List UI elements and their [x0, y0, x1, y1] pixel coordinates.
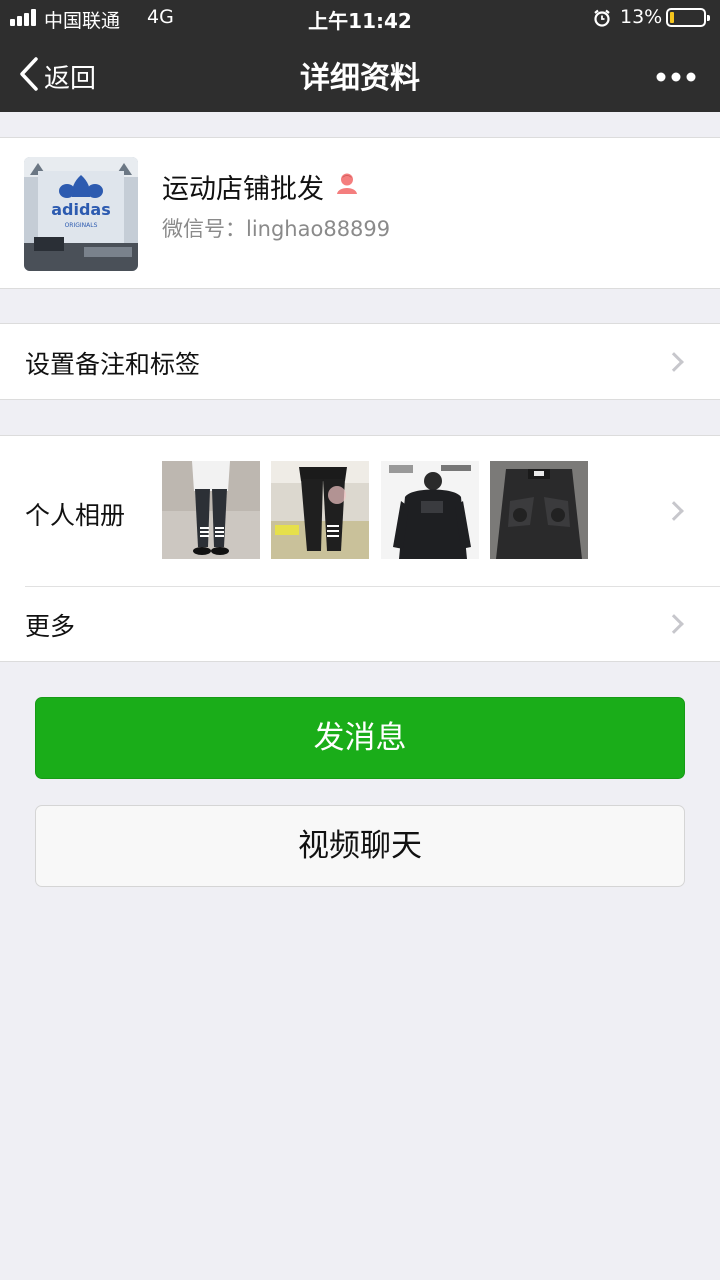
wechat-id-row: 微信号：linghao88899: [162, 213, 390, 243]
album-label: 个人相册: [25, 501, 126, 530]
send-message-button[interactable]: 发消息: [35, 697, 685, 779]
album-row[interactable]: 个人相册: [0, 436, 720, 586]
video-chat-button[interactable]: 视频聊天: [35, 805, 685, 887]
wechat-id-label: 微信号：: [162, 217, 246, 241]
remark-tags-row[interactable]: 设置备注和标签: [0, 323, 720, 400]
album-photo[interactable]: [271, 461, 369, 559]
avatar-sub-text: ORIGINALS: [65, 222, 98, 229]
remark-tags-label: 设置备注和标签: [25, 350, 201, 379]
profile-card[interactable]: adidas ORIGINALS 运动店铺批发 微信号：linghao88899: [0, 137, 720, 289]
more-dots-icon[interactable]: [656, 69, 696, 82]
chevron-right-icon: [664, 501, 684, 521]
album-more-card: 个人相册 更多: [0, 435, 720, 662]
more-label: 更多: [25, 612, 76, 641]
wechat-id-value: linghao88899: [246, 217, 391, 241]
album-photo[interactable]: [490, 461, 588, 559]
clock-label: 上午11:42: [308, 9, 412, 33]
battery-percent-label: 13%: [620, 6, 663, 28]
female-icon: [335, 171, 359, 195]
battery-fill: [670, 12, 674, 23]
battery-icon: [666, 8, 710, 27]
page-title: 详细资料: [300, 61, 420, 96]
album-photo[interactable]: [381, 461, 479, 559]
status-bar: 中国联通 4G 上午11:42 13%: [0, 0, 720, 36]
avatar-brand-text: adidas: [51, 200, 111, 219]
alarm-icon: [593, 9, 611, 27]
nav-bar: 返回 详细资料: [0, 36, 720, 112]
profile-name: 运动店铺批发: [162, 174, 324, 205]
avatar[interactable]: adidas ORIGINALS: [24, 157, 138, 271]
chevron-right-icon: [664, 614, 684, 634]
album-photo[interactable]: [162, 461, 260, 559]
more-row[interactable]: 更多: [0, 587, 720, 662]
chevron-right-icon: [664, 352, 684, 372]
